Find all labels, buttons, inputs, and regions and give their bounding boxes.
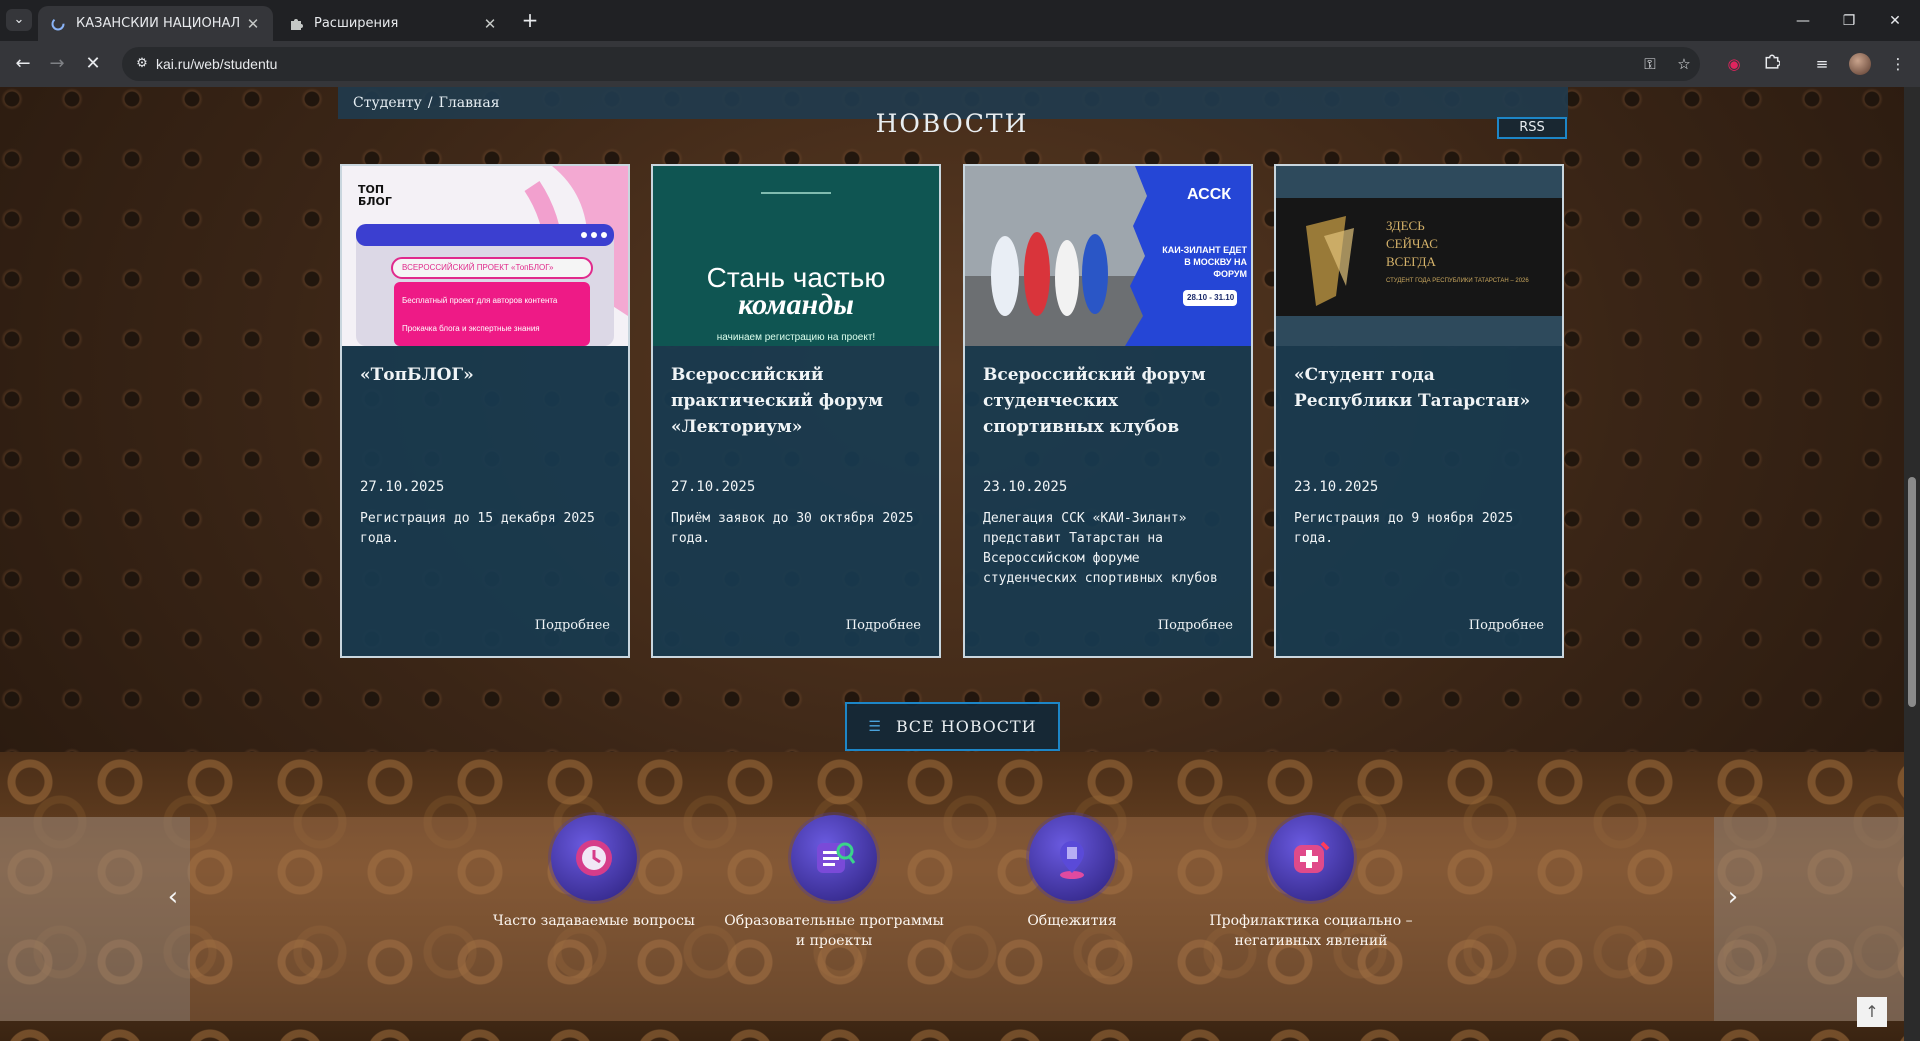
password-key-icon[interactable]: ⚿ xyxy=(1638,52,1662,76)
lectorium-logos-icon xyxy=(761,192,831,202)
all-news-label: ВСЕ НОВОСТИ xyxy=(895,717,1037,736)
topblog-banner-text: ВСЕРОССИЙСКИЙ ПРОЕКТ «ТопБЛОГ» xyxy=(402,263,554,272)
quick-link-faq[interactable]: Часто задаваемые вопросы xyxy=(479,815,709,931)
news-card-description: Регистрация до 9 ноября 2025 года. xyxy=(1294,511,1514,546)
news-image-topblog[interactable]: ТОП БЛОГ ВСЕРОССИЙСКИЙ ПРОЕКТ «ТопБЛОГ» … xyxy=(342,166,628,346)
news-image-lectorium[interactable]: Стань частью команды начинаем регистраци… xyxy=(653,166,939,346)
scroll-to-top-button[interactable]: ↑ xyxy=(1857,997,1887,1027)
document-search-icon xyxy=(791,815,877,901)
address-bar[interactable]: ⚙ kai.ru/web/studentu ⚿ ☆ xyxy=(122,47,1700,81)
assk-dates-text: 28.10 - 31.10 xyxy=(1187,293,1235,302)
carousel-prev-arrow-icon[interactable]: ‹ xyxy=(158,877,188,917)
profile-avatar[interactable] xyxy=(1849,53,1871,75)
news-card-date: 23.10.2025 xyxy=(983,479,1068,495)
news-image-student-of-year[interactable]: ЗДЕСЬ СЕЙЧАС ВСЕГДА СТУДЕНТ ГОДА РЕСПУБЛ… xyxy=(1276,166,1562,346)
close-tab-icon[interactable]: ✕ xyxy=(478,15,502,33)
soty-line1-text: ЗДЕСЬ xyxy=(1386,218,1425,233)
forward-button[interactable]: → xyxy=(42,49,72,79)
news-card[interactable]: ЗДЕСЬ СЕЙЧАС ВСЕГДА СТУДЕНТ ГОДА РЕСПУБЛ… xyxy=(1274,164,1564,658)
news-card-date: 23.10.2025 xyxy=(1294,479,1379,495)
quick-link-dormitories[interactable]: Общежития xyxy=(957,815,1187,931)
list-icon: ☰ xyxy=(868,718,882,735)
building-pin-icon xyxy=(1029,815,1115,901)
news-card[interactable]: ТОП БЛОГ ВСЕРОССИЙСКИЙ ПРОЕКТ «ТопБЛОГ» … xyxy=(340,164,630,658)
quick-links-right-fade xyxy=(1714,817,1904,1021)
news-card-date: 27.10.2025 xyxy=(671,479,756,495)
news-image-assk[interactable]: АССК КАИ-ЗИЛАНТ ЕДЕТ В МОСКВУ НА ФОРУМ 2… xyxy=(965,166,1251,346)
page-scrollbar[interactable] xyxy=(1904,87,1920,1041)
bookmark-star-icon[interactable]: ☆ xyxy=(1672,52,1696,76)
close-window-button[interactable]: ✕ xyxy=(1872,8,1918,34)
news-cards: ТОП БЛОГ ВСЕРОССИЙСКИЙ ПРОЕКТ «ТопБЛОГ» … xyxy=(340,164,1564,658)
new-tab-button[interactable]: + xyxy=(518,9,542,33)
tab-kai[interactable]: КАЗАНСКИЙ НАЦИОНАЛЬНЫ ✕ xyxy=(38,6,273,41)
assk-caption-text: КАИ-ЗИЛАНТ ЕДЕТ В МОСКВУ НА ФОРУМ xyxy=(1162,245,1247,279)
minimize-button[interactable]: — xyxy=(1780,8,1826,34)
browser-menu-icon[interactable]: ⋮ xyxy=(1886,52,1910,76)
news-card-description: Регистрация до 15 декабря 2025 года. xyxy=(360,511,595,546)
news-card-title[interactable]: «Студент года Республики Татарстан» xyxy=(1294,362,1549,414)
site-info-icon[interactable]: ⚙ xyxy=(130,52,154,76)
puzzle-icon xyxy=(288,16,304,32)
tab-title: КАЗАНСКИЙ НАЦИОНАЛЬНЫ xyxy=(76,16,241,31)
news-card-description: Приём заявок до 30 октября 2025 года. xyxy=(671,511,914,546)
extensions-puzzle-icon[interactable] xyxy=(1760,52,1784,76)
browser-toolbar: ← → ✕ ⚙ kai.ru/web/studentu ⚿ ☆ ◉ ≡ ⋮ xyxy=(0,41,1920,87)
quick-link-programs[interactable]: Образовательные программы и проекты xyxy=(719,815,949,951)
lectorium-line3-text: начинаем регистрацию на проект! xyxy=(716,332,876,343)
quick-link-label: Образовательные программы и проекты xyxy=(724,913,944,949)
news-card-description: Делегация ССК «КАИ-Зилант» представит Та… xyxy=(983,511,1218,586)
close-tab-icon[interactable]: ✕ xyxy=(241,15,265,33)
topblog-logo-text: ТОП БЛОГ xyxy=(358,183,392,208)
news-card-title[interactable]: «ТопБЛОГ» xyxy=(360,362,615,388)
url-text[interactable]: kai.ru/web/studentu xyxy=(156,47,277,81)
quick-link-label: Часто задаваемые вопросы xyxy=(493,913,695,929)
back-button[interactable]: ← xyxy=(8,49,38,79)
extension-record-icon[interactable]: ◉ xyxy=(1722,52,1746,76)
stop-loading-button[interactable]: ✕ xyxy=(78,49,108,79)
soty-line2-text: СЕЙЧАС xyxy=(1386,236,1438,251)
quick-link-label: Профилактика социально – негативных явле… xyxy=(1209,913,1413,949)
assk-brand-text: АССК xyxy=(1187,186,1232,203)
topblog-line2-text: Прокачка блога и экспертные знания xyxy=(402,324,540,333)
news-card-more-link[interactable]: Подробнее xyxy=(1158,618,1233,633)
news-card[interactable]: Стань частью команды начинаем регистраци… xyxy=(651,164,941,658)
scrollbar-thumb[interactable] xyxy=(1908,477,1916,707)
news-card-more-link[interactable]: Подробнее xyxy=(846,618,921,633)
news-card-date: 27.10.2025 xyxy=(360,479,445,495)
topblog-line1-text: Бесплатный проект для авторов контента xyxy=(402,296,558,305)
restore-button[interactable]: ❐ xyxy=(1826,8,1872,34)
news-card-more-link[interactable]: Подробнее xyxy=(535,618,610,633)
quick-links-left-fade xyxy=(0,817,190,1021)
quick-link-label: Общежития xyxy=(1027,913,1117,929)
lectorium-line2-text: команды xyxy=(738,288,854,321)
media-controls-icon[interactable]: ≡ xyxy=(1810,52,1834,76)
soty-line3-text: ВСЕГДА xyxy=(1386,254,1436,269)
loading-spinner-icon xyxy=(50,16,66,32)
soty-caption-text: СТУДЕНТ ГОДА РЕСПУБЛИКИ ТАТАРСТАН – 2026 xyxy=(1386,278,1529,284)
news-card-title[interactable]: Всероссийский форум студенческих спортив… xyxy=(983,362,1238,440)
all-news-button[interactable]: ☰ ВСЕ НОВОСТИ xyxy=(845,702,1060,751)
tab-search-button[interactable]: ⌄ xyxy=(6,9,32,31)
browser-tab-strip: ⌄ КАЗАНСКИЙ НАЦИОНАЛЬНЫ ✕ Расширения ✕ +… xyxy=(0,0,1920,41)
news-card-more-link[interactable]: Подробнее xyxy=(1469,618,1544,633)
tab-title: Расширения xyxy=(314,16,399,31)
rss-button[interactable]: RSS xyxy=(1497,117,1567,139)
quick-link-prevention[interactable]: Профилактика социально – негативных явле… xyxy=(1196,815,1426,951)
news-heading: НОВОСТИ xyxy=(875,109,1029,138)
quick-links-panel xyxy=(0,817,1904,1021)
news-card-title[interactable]: Всероссийский практический форум «Лектор… xyxy=(671,362,926,440)
medical-plus-icon xyxy=(1268,815,1354,901)
news-card[interactable]: АССК КАИ-ЗИЛАНТ ЕДЕТ В МОСКВУ НА ФОРУМ 2… xyxy=(963,164,1253,658)
carousel-next-arrow-icon[interactable]: › xyxy=(1718,877,1748,917)
clock-icon xyxy=(551,815,637,901)
tab-extensions[interactable]: Расширения ✕ xyxy=(276,6,510,41)
